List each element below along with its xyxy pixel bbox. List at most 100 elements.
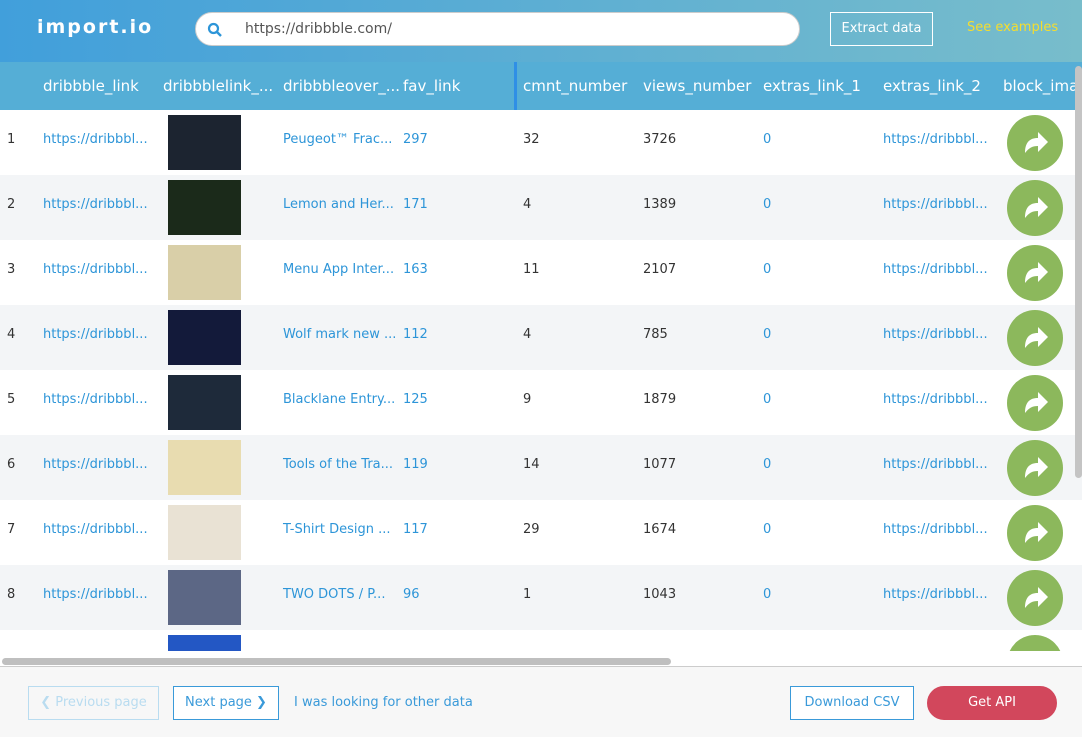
row-number: 6	[7, 457, 16, 472]
views-count: 1043	[643, 587, 677, 602]
comment-count: 1	[523, 587, 532, 602]
extras-link-2[interactable]: https://dribbbl...	[883, 587, 988, 602]
see-examples-link[interactable]: See examples	[967, 20, 1058, 35]
table-row: 7 https://dribbbl... T-Shirt Design ... 117…	[0, 500, 1082, 565]
extras-link-1[interactable]: 0	[763, 522, 771, 537]
download-csv-button[interactable]: Download CSV	[790, 686, 914, 720]
shot-title-link[interactable]: Wolf mark new ...	[283, 327, 396, 342]
column-header[interactable]: extras_link_2	[883, 77, 981, 95]
extras-link-1[interactable]: 0	[763, 132, 771, 147]
column-divider[interactable]	[514, 62, 517, 110]
fav-link[interactable]: 119	[403, 457, 428, 472]
extras-link-2[interactable]: https://dribbbl...	[883, 392, 988, 407]
column-header[interactable]: extras_link_1	[763, 77, 861, 95]
extras-link-1[interactable]: 0	[763, 327, 771, 342]
table-row	[0, 630, 1082, 651]
thumbnail-image[interactable]	[168, 505, 241, 560]
views-count: 785	[643, 327, 668, 342]
next-page-button[interactable]: Next page ❯	[173, 686, 279, 720]
views-count: 1674	[643, 522, 677, 537]
fav-link[interactable]: 297	[403, 132, 428, 147]
column-header[interactable]: views_number	[643, 77, 751, 95]
fav-link[interactable]: 96	[403, 587, 420, 602]
share-arrow-icon[interactable]	[1007, 245, 1063, 301]
fav-link[interactable]: 125	[403, 392, 428, 407]
dribbble-link[interactable]: https://dribbbl...	[43, 262, 148, 277]
share-arrow-icon[interactable]	[1007, 635, 1063, 651]
table-row: 2 https://dribbbl... Lemon and Her... 171 4 1…	[0, 175, 1082, 240]
horizontal-scrollbar[interactable]	[0, 651, 1082, 667]
extras-link-2[interactable]: https://dribbbl...	[883, 327, 988, 342]
dribbble-link[interactable]: https://dribbbl...	[43, 457, 148, 472]
dribbble-link[interactable]: https://dribbbl...	[43, 327, 148, 342]
views-count: 1879	[643, 392, 677, 407]
thumbnail-image[interactable]	[168, 115, 241, 170]
share-arrow-icon[interactable]	[1007, 440, 1063, 496]
table-body: 1 https://dribbbl... Peugeot™ Frac... 297 32…	[0, 110, 1082, 651]
share-arrow-icon[interactable]	[1007, 375, 1063, 431]
dribbble-link[interactable]: https://dribbbl...	[43, 197, 148, 212]
shot-title-link[interactable]: Tools of the Tra...	[283, 457, 393, 472]
fav-link[interactable]: 171	[403, 197, 428, 212]
share-arrow-icon[interactable]	[1007, 505, 1063, 561]
thumbnail-image[interactable]	[168, 245, 241, 300]
extras-link-2[interactable]: https://dribbbl...	[883, 522, 988, 537]
extras-link-1[interactable]: 0	[763, 457, 771, 472]
extras-link-1[interactable]: 0	[763, 197, 771, 212]
share-arrow-icon[interactable]	[1007, 180, 1063, 236]
thumbnail-image[interactable]	[168, 440, 241, 495]
share-arrow-icon[interactable]	[1007, 310, 1063, 366]
shot-title-link[interactable]: TWO DOTS / P...	[283, 587, 385, 602]
fav-link[interactable]: 117	[403, 522, 428, 537]
extras-link-1[interactable]: 0	[763, 587, 771, 602]
shot-title-link[interactable]: T-Shirt Design ...	[283, 522, 391, 537]
shot-title-link[interactable]: Blacklane Entry...	[283, 392, 395, 407]
other-data-link[interactable]: I was looking for other data	[294, 695, 473, 710]
views-count: 3726	[643, 132, 677, 147]
thumbnail-image[interactable]	[168, 180, 241, 235]
extract-data-button[interactable]: Extract data	[830, 12, 933, 46]
extras-link-2[interactable]: https://dribbbl...	[883, 197, 988, 212]
extras-link-2[interactable]: https://dribbbl...	[883, 262, 988, 277]
share-arrow-icon[interactable]	[1007, 115, 1063, 171]
column-header[interactable]: cmnt_number	[523, 77, 627, 95]
vertical-scrollbar[interactable]	[1075, 66, 1082, 478]
thumbnail-image[interactable]	[168, 570, 241, 625]
views-count: 1389	[643, 197, 677, 212]
share-arrow-icon[interactable]	[1007, 570, 1063, 626]
dribbble-link[interactable]: https://dribbbl...	[43, 132, 148, 147]
extras-link-2[interactable]: https://dribbbl...	[883, 457, 988, 472]
logo[interactable]: import.io	[37, 16, 153, 38]
get-api-button[interactable]: Get API	[927, 686, 1057, 720]
shot-title-link[interactable]: Lemon and Her...	[283, 197, 394, 212]
row-number: 2	[7, 197, 16, 212]
dribbble-link[interactable]: https://dribbbl...	[43, 587, 148, 602]
column-header[interactable]: dribbbleover_...	[283, 77, 400, 95]
fav-link[interactable]: 163	[403, 262, 428, 277]
scroll-thumb[interactable]	[2, 658, 671, 665]
dribbble-link[interactable]: https://dribbbl...	[43, 522, 148, 537]
fav-link[interactable]: 112	[403, 327, 428, 342]
thumbnail-image[interactable]	[168, 310, 241, 365]
search-icon	[207, 22, 222, 37]
dribbble-link[interactable]: https://dribbbl...	[43, 392, 148, 407]
extras-link-1[interactable]: 0	[763, 262, 771, 277]
extras-link-1[interactable]: 0	[763, 392, 771, 407]
thumbnail-image[interactable]	[168, 375, 241, 430]
column-header[interactable]: block_ima	[1003, 77, 1078, 95]
row-number: 1	[7, 132, 16, 147]
thumbnail-image[interactable]	[168, 635, 241, 651]
previous-page-button[interactable]: ❮ Previous page	[28, 686, 159, 720]
table-header: dribbble_link dribbblelink_... dribbbleove…	[0, 62, 1082, 110]
row-number: 8	[7, 587, 16, 602]
url-input[interactable]: https://dribbble.com/	[195, 12, 800, 46]
extras-link-2[interactable]: https://dribbbl...	[883, 132, 988, 147]
shot-title-link[interactable]: Peugeot™ Frac...	[283, 132, 392, 147]
column-header[interactable]: fav_link	[403, 77, 460, 95]
column-header[interactable]: dribbblelink_...	[163, 77, 273, 95]
shot-title-link[interactable]: Menu App Inter...	[283, 262, 394, 277]
row-number: 5	[7, 392, 16, 407]
column-header[interactable]: dribbble_link	[43, 77, 139, 95]
views-count: 2107	[643, 262, 677, 277]
table-row: 6 https://dribbbl... Tools of the Tra... 11…	[0, 435, 1082, 500]
